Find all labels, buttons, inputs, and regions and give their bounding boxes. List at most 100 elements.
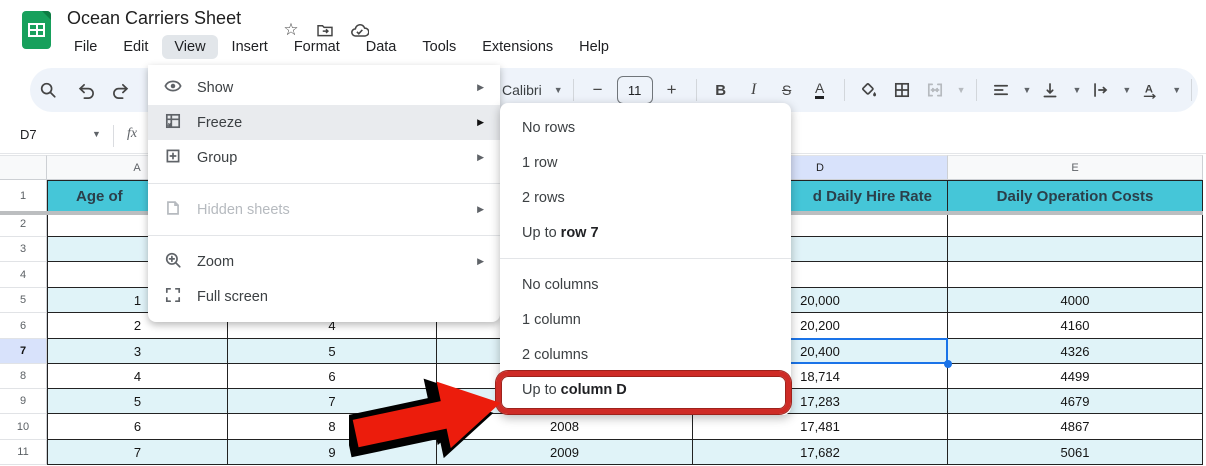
sheets-logo[interactable] [22,11,51,49]
cell-E10[interactable]: 4867 [948,414,1203,440]
row-header-1[interactable]: 1 [0,180,47,212]
freeze-option-up-to-row-7[interactable]: Up to row 7 [500,215,791,250]
menu-edit[interactable]: Edit [111,35,160,59]
google-sheets-app: ABCDE1Age ofd Daily Hire RateDaily Opera… [0,0,1206,466]
font-family-selector[interactable]: Calibri [500,82,546,98]
text-wrap-icon[interactable] [1086,76,1114,104]
freeze-option-1-column[interactable]: 1 column [500,302,791,337]
eye-icon [164,77,182,99]
cell-A8[interactable]: 4 [47,364,228,389]
increase-font-size-button[interactable]: + [658,76,686,104]
divider [695,79,697,101]
submenu-arrow-icon: ▶ [477,82,484,92]
font-family-caret-icon[interactable]: ▼ [554,85,563,95]
row-header-5[interactable]: 5 [0,288,47,313]
view-menu-item-show[interactable]: Show ▶ [148,70,500,105]
row-header-10[interactable]: 10 [0,414,47,440]
undo-icon[interactable] [71,76,99,104]
redo-icon[interactable] [108,76,136,104]
menu-tools[interactable]: Tools [410,35,468,59]
freeze-icon [164,112,182,134]
row-header-7[interactable]: 7 [0,339,47,364]
menu-extensions[interactable]: Extensions [470,35,565,59]
menu-item-label: 2 columns [522,346,589,363]
cell-E3[interactable] [948,237,1203,262]
menu-divider [500,258,791,259]
menu-insert[interactable]: Insert [220,35,280,59]
menu-item-label: Up to [522,224,557,241]
name-box-caret-icon[interactable]: ▼ [92,129,101,139]
row-header-4[interactable]: 4 [0,262,47,288]
row-header-9[interactable]: 9 [0,389,47,414]
menu-item-label: 2 rows [522,189,565,206]
more-vert-icon[interactable] [1202,76,1206,104]
row-header-3[interactable]: 3 [0,237,47,262]
cell-E2[interactable] [948,212,1203,237]
freeze-option-1-row[interactable]: 1 row [500,145,791,180]
merge-cells-icon[interactable] [921,76,949,104]
row-header-6[interactable]: 6 [0,313,47,339]
cell-A9[interactable]: 5 [47,389,228,414]
grid-corner-button[interactable] [0,155,47,180]
document-title[interactable]: Ocean Carriers Sheet [67,8,241,29]
vertical-align-icon[interactable] [1036,76,1064,104]
cell-D11[interactable]: 17,682 [693,440,948,465]
cell-E11[interactable]: 5061 [948,440,1203,465]
merge-cells-caret-icon[interactable]: ▼ [957,85,966,95]
toolbar-left [34,69,136,111]
menu-divider [148,183,500,184]
group-icon [164,147,182,169]
cell-E9[interactable]: 4679 [948,389,1203,414]
fill-handle[interactable] [944,360,952,368]
cell-E1[interactable]: Daily Operation Costs [948,180,1203,212]
freeze-option-2-rows[interactable]: 2 rows [500,180,791,215]
strikethrough-icon[interactable]: S [773,76,801,104]
view-menu-item-hidden-sheets[interactable]: Hidden sheets ▶ [148,192,500,227]
row-header-11[interactable]: 11 [0,440,47,465]
freeze-option-no-columns[interactable]: No columns [500,267,791,302]
cell-A7[interactable]: 3 [47,339,228,364]
menu-format[interactable]: Format [282,35,352,59]
freeze-option-no-rows[interactable]: No rows [500,110,791,145]
menu-file[interactable]: File [62,35,109,59]
horizontal-align-caret-icon[interactable]: ▼ [1023,85,1032,95]
menu-item-label: Show [197,79,234,96]
view-menu-item-zoom[interactable]: Zoom ▶ [148,244,500,279]
bold-icon[interactable]: B [707,76,735,104]
view-menu-item-freeze[interactable]: Freeze ▶ [148,105,500,140]
row-header-8[interactable]: 8 [0,364,47,389]
menu-data[interactable]: Data [354,35,409,59]
decrease-font-size-button[interactable]: − [584,76,612,104]
italic-icon[interactable]: I [740,76,768,104]
cell-A11[interactable]: 7 [47,440,228,465]
fullscreen-icon [164,286,182,308]
cell-E8[interactable]: 4499 [948,364,1203,389]
view-menu-item-full-screen[interactable]: Full screen [148,279,500,314]
cell-E5[interactable]: 4000 [948,288,1203,313]
row-header-2[interactable]: 2 [0,212,47,237]
vertical-align-caret-icon[interactable]: ▼ [1072,85,1081,95]
annotation-highlight-box [496,371,791,414]
menu-item-label: Full screen [197,288,268,305]
menu-divider [148,235,500,236]
freeze-option-2-columns[interactable]: 2 columns [500,337,791,372]
text-rotation-icon[interactable]: A [1136,76,1164,104]
text-color-icon[interactable]: A [806,76,834,104]
fill-color-icon[interactable] [855,76,883,104]
cell-E6[interactable]: 4160 [948,313,1203,339]
search-icon[interactable] [34,76,62,104]
cell-A10[interactable]: 6 [47,414,228,440]
cell-E7[interactable]: 4326 [948,339,1203,364]
name-box[interactable]: D7 [20,127,37,142]
font-size-input[interactable]: 11 [616,76,653,104]
borders-icon[interactable] [888,76,916,104]
column-header-E[interactable]: E [948,155,1203,180]
text-rotation-caret-icon[interactable]: ▼ [1172,85,1181,95]
menu-view[interactable]: View [162,35,218,59]
menu-help[interactable]: Help [567,35,621,59]
horizontal-align-icon[interactable] [987,76,1015,104]
view-menu-item-group[interactable]: Group ▶ [148,140,500,175]
cell-D10[interactable]: 17,481 [693,414,948,440]
cell-E4[interactable] [948,262,1203,288]
text-wrap-caret-icon[interactable]: ▼ [1122,85,1131,95]
